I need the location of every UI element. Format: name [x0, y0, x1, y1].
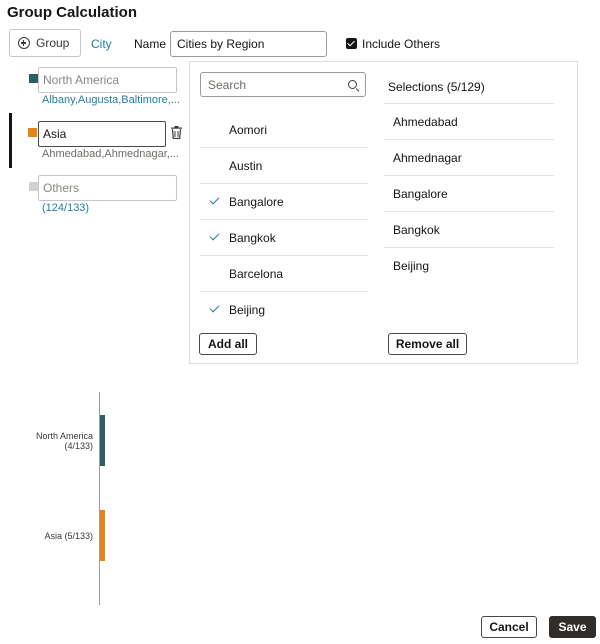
group-members-asia: Ahmedabad,Ahmednagar,... [42, 148, 179, 160]
group-name-input-asia[interactable]: Asia [38, 121, 166, 147]
list-item[interactable]: Bangkok [200, 220, 368, 256]
group-members-north-america[interactable]: Albany,Augusta,Baltimore,... [42, 94, 180, 106]
list-item[interactable]: Beijing [200, 292, 368, 328]
check-icon [200, 304, 229, 316]
list-item[interactable]: Bangalore [200, 184, 368, 220]
dialog-title: Group Calculation [7, 4, 138, 21]
selections-header: Selections (5/129) [388, 80, 485, 94]
column-link-city[interactable]: City [91, 37, 112, 51]
check-icon [200, 232, 229, 244]
group-count-others[interactable]: (124/133) [42, 202, 89, 214]
check-icon [200, 196, 229, 208]
group-color-swatch[interactable] [28, 128, 37, 137]
check-icon [200, 124, 229, 136]
list-item[interactable]: Aomori [200, 112, 368, 148]
add-all-button[interactable]: Add all [199, 333, 257, 355]
chart-bar-label: North America (4/133) [35, 430, 93, 451]
name-input[interactable] [170, 31, 327, 57]
search-input[interactable]: Search [200, 72, 366, 97]
selection-item[interactable]: Ahmednagar [384, 140, 554, 176]
selection-item[interactable]: Bangkok [384, 212, 554, 248]
name-label: Name [134, 37, 167, 51]
search-placeholder: Search [208, 77, 247, 92]
chart-bar-label: Asia (5/133) [44, 530, 93, 541]
check-icon [200, 160, 229, 172]
include-others-checkbox[interactable] [346, 38, 357, 49]
save-button[interactable]: Save [549, 616, 596, 638]
trash-icon[interactable] [171, 126, 182, 139]
search-icon [348, 80, 357, 89]
plus-circle-icon [18, 37, 30, 49]
selection-item[interactable]: Bangalore [384, 176, 554, 212]
cancel-button[interactable]: Cancel [481, 616, 537, 638]
add-group-button[interactable]: Group [9, 29, 81, 57]
group-color-swatch [29, 182, 38, 191]
remove-all-button[interactable]: Remove all [388, 333, 467, 355]
check-icon [200, 268, 229, 280]
group-name-input-others[interactable]: Others [38, 175, 177, 201]
add-group-label: Group [36, 36, 70, 50]
selection-item[interactable]: Beijing [384, 248, 554, 284]
list-item[interactable]: Barcelona [200, 256, 368, 292]
include-others-label: Include Others [362, 37, 441, 51]
group-color-swatch[interactable] [29, 74, 38, 83]
chart-bar[interactable] [100, 510, 105, 561]
group-name-input-north-america[interactable]: North America [38, 67, 177, 93]
list-item[interactable]: Austin [200, 148, 368, 184]
chart-bar[interactable] [100, 415, 105, 466]
selection-item[interactable]: Ahmedabad [384, 104, 554, 140]
